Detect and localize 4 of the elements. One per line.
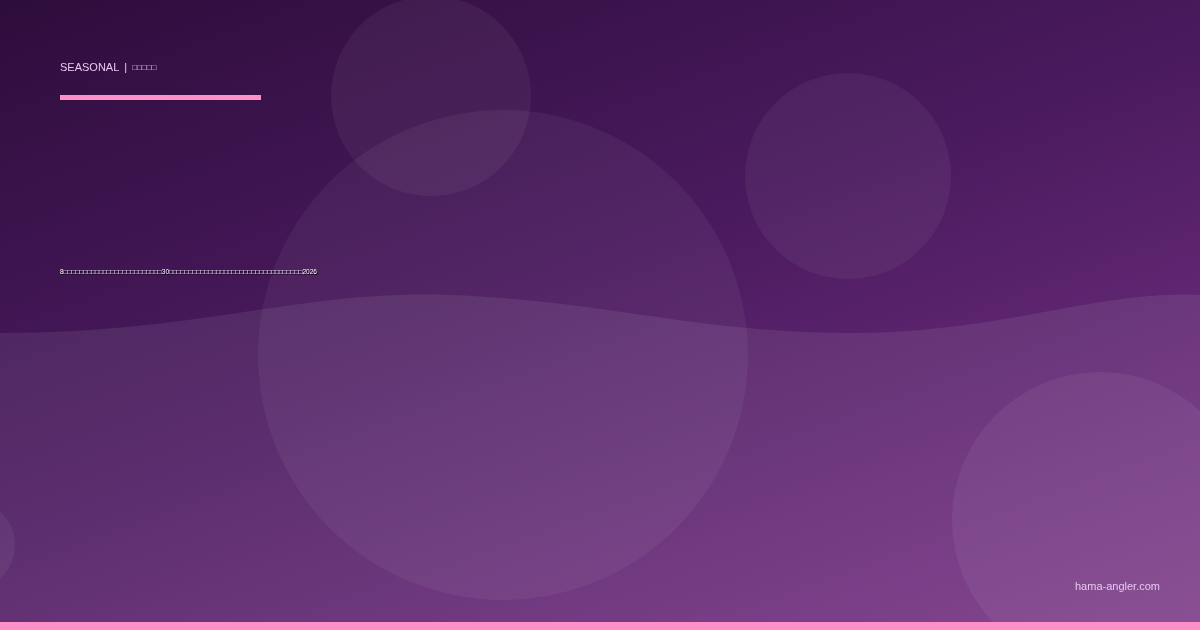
category-separator: | [124,61,128,73]
category-name: □□□□□ [132,62,157,72]
category-label: SEASONAL [60,61,120,73]
site-domain: hama-angler.com [1075,580,1160,592]
